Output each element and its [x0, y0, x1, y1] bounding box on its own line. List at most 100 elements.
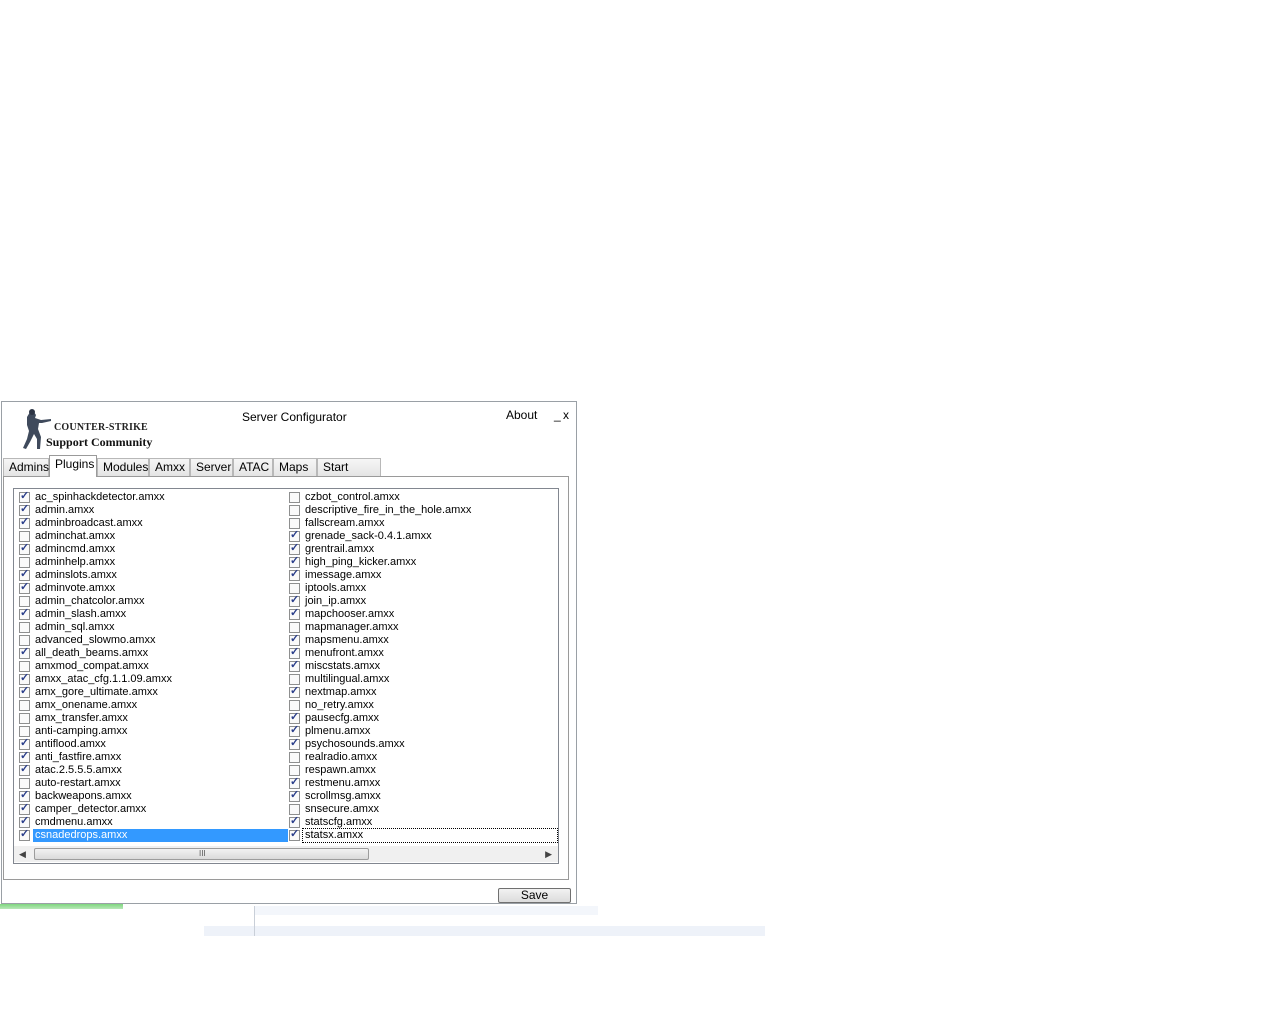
- plugin-checkbox[interactable]: ✓: [19, 789, 30, 802]
- plugin-list-item[interactable]: ✓ amxmod_compat.amxx: [18, 660, 286, 673]
- plugin-list-item[interactable]: ✓ adminvote.amxx: [18, 581, 286, 595]
- plugin-checkbox[interactable]: ✓: [289, 622, 300, 633]
- plugin-list-item[interactable]: ✓ realradio.amxx: [288, 751, 556, 764]
- tab-admins[interactable]: Admins: [3, 458, 49, 476]
- plugin-list-item[interactable]: ✓ admin_sql.amxx: [18, 621, 286, 634]
- plugin-checkbox[interactable]: ✓: [19, 763, 30, 776]
- plugin-list-item[interactable]: ✓ auto-restart.amxx: [18, 777, 286, 790]
- plugin-list-item[interactable]: ✓ all_death_beams.amxx: [18, 646, 286, 660]
- minimize-button[interactable]: _: [554, 408, 561, 422]
- plugin-list-item[interactable]: ✓ amxx_atac_cfg.1.1.09.amxx: [18, 672, 286, 686]
- plugin-list-item[interactable]: ✓ restmenu.amxx: [288, 776, 556, 790]
- close-button[interactable]: x: [563, 408, 569, 422]
- plugin-checkbox[interactable]: ✓: [289, 518, 300, 529]
- plugin-list-item[interactable]: ✓ mapchooser.amxx: [288, 607, 556, 621]
- plugin-list-item[interactable]: ✓ atac.2.5.5.5.amxx: [18, 763, 286, 777]
- plugin-checkbox[interactable]: ✓: [289, 724, 300, 737]
- plugin-list-item[interactable]: ✓ adminbroadcast.amxx: [18, 516, 286, 530]
- plugin-list-item[interactable]: ✓ join_ip.amxx: [288, 594, 556, 608]
- plugin-checkbox[interactable]: ✓: [19, 596, 30, 607]
- plugin-list-item[interactable]: ✓ admin_slash.amxx: [18, 607, 286, 621]
- plugin-list-item[interactable]: ✓ high_ping_kicker.amxx: [288, 555, 556, 569]
- plugin-list-item[interactable]: ✓ statscfg.amxx: [288, 815, 556, 829]
- plugin-list-item[interactable]: ✓ imessage.amxx: [288, 568, 556, 582]
- plugin-list-item[interactable]: ✓ czbot_control.amxx: [288, 491, 556, 504]
- plugin-checkbox[interactable]: ✓: [19, 581, 30, 594]
- plugin-list-item[interactable]: ✓ adminchat.amxx: [18, 530, 286, 543]
- plugin-list-item[interactable]: ✓ no_retry.amxx: [288, 699, 556, 712]
- plugin-checkbox[interactable]: ✓: [19, 568, 30, 581]
- plugin-checkbox[interactable]: ✓: [19, 542, 30, 555]
- plugin-checkbox[interactable]: ✓: [289, 542, 300, 555]
- plugin-checkbox[interactable]: ✓: [19, 685, 30, 698]
- plugin-checkbox[interactable]: ✓: [289, 492, 300, 503]
- plugin-list-item[interactable]: ✓ mapsmenu.amxx: [288, 633, 556, 647]
- about-link[interactable]: About: [506, 408, 537, 422]
- plugin-checkbox[interactable]: ✓: [19, 726, 30, 737]
- save-button[interactable]: Save: [498, 888, 571, 903]
- plugin-list-item[interactable]: ✓ amx_onename.amxx: [18, 699, 286, 712]
- plugin-list-item[interactable]: ✓ nextmap.amxx: [288, 685, 556, 699]
- plugin-checkbox[interactable]: ✓: [19, 531, 30, 542]
- tab-modules[interactable]: Modules: [97, 458, 149, 476]
- plugin-list-item[interactable]: ✓ admin.amxx: [18, 503, 286, 517]
- plugin-list-item[interactable]: ✓ anti_fastfire.amxx: [18, 750, 286, 764]
- plugin-checkbox[interactable]: ✓: [19, 661, 30, 672]
- plugin-list-item[interactable]: ✓ antiflood.amxx: [18, 737, 286, 751]
- horizontal-scrollbar[interactable]: ◀ III ▶: [14, 846, 558, 862]
- plugin-checkbox[interactable]: ✓: [289, 529, 300, 542]
- plugin-checkbox[interactable]: ✓: [289, 583, 300, 594]
- plugins-checklist[interactable]: ✓ ac_spinhackdetector.amxx ✓ admin.amxx ✓ adm…: [13, 488, 559, 864]
- plugin-list-item[interactable]: ✓ statsx.amxx: [288, 828, 558, 843]
- plugin-checkbox[interactable]: ✓: [289, 815, 300, 828]
- plugin-checkbox[interactable]: ✓: [19, 802, 30, 815]
- plugin-checkbox[interactable]: ✓: [289, 659, 300, 672]
- plugin-list-item[interactable]: ✓ scrollmsg.amxx: [288, 789, 556, 803]
- plugin-list-item[interactable]: ✓ psychosounds.amxx: [288, 737, 556, 751]
- plugin-list-item[interactable]: ✓ snsecure.amxx: [288, 803, 556, 816]
- plugin-checkbox[interactable]: ✓: [289, 737, 300, 750]
- plugin-list-item[interactable]: ✓ multilingual.amxx: [288, 673, 556, 686]
- plugin-list-item[interactable]: ✓ miscstats.amxx: [288, 659, 556, 673]
- plugin-checkbox[interactable]: ✓: [289, 685, 300, 698]
- tab-amxx[interactable]: Amxx: [149, 458, 190, 476]
- plugin-list-item[interactable]: ✓ grenade_sack-0.4.1.amxx: [288, 529, 556, 543]
- plugin-checkbox[interactable]: ✓: [289, 765, 300, 776]
- plugin-checkbox[interactable]: ✓: [19, 503, 30, 516]
- plugin-checkbox[interactable]: ✓: [19, 622, 30, 633]
- scroll-right-arrow-icon[interactable]: ▶: [545, 849, 552, 860]
- plugin-list-item[interactable]: ✓ respawn.amxx: [288, 764, 556, 777]
- scrollbar-thumb[interactable]: III: [34, 848, 369, 860]
- plugin-list-item[interactable]: ✓ backweapons.amxx: [18, 789, 286, 803]
- plugin-list-item[interactable]: ✓ cmdmenu.amxx: [18, 815, 286, 829]
- tab-start-server[interactable]: Start server: [317, 458, 381, 491]
- tab-atac[interactable]: ATAC: [233, 458, 273, 476]
- plugin-checkbox[interactable]: ✓: [289, 555, 300, 568]
- plugin-checkbox[interactable]: ✓: [19, 672, 30, 685]
- scroll-left-arrow-icon[interactable]: ◀: [19, 849, 26, 860]
- plugin-checkbox[interactable]: ✓: [19, 646, 30, 659]
- tab-maps[interactable]: Maps: [273, 458, 317, 476]
- plugin-list-item[interactable]: ✓ fallscream.amxx: [288, 517, 556, 530]
- plugin-list-item[interactable]: ✓ admincmd.amxx: [18, 542, 286, 556]
- plugin-checkbox[interactable]: ✓: [289, 804, 300, 815]
- plugin-list-item[interactable]: ✓ descriptive_fire_in_the_hole.amxx: [288, 504, 556, 517]
- plugin-checkbox[interactable]: ✓: [19, 607, 30, 620]
- plugin-list-item[interactable]: ✓ amx_gore_ultimate.amxx: [18, 685, 286, 699]
- plugin-list-item[interactable]: ✓ amx_transfer.amxx: [18, 712, 286, 725]
- plugin-checkbox[interactable]: ✓: [19, 557, 30, 568]
- plugin-list-item[interactable]: ✓ pausecfg.amxx: [288, 711, 556, 725]
- plugin-list-item[interactable]: ✓ anti-camping.amxx: [18, 725, 286, 738]
- plugin-checkbox[interactable]: ✓: [19, 750, 30, 763]
- plugin-checkbox[interactable]: ✓: [289, 633, 300, 646]
- plugin-checkbox[interactable]: ✓: [289, 776, 300, 789]
- plugin-list-item[interactable]: ✓ csnadedrops.amxx: [18, 828, 288, 842]
- plugin-list-item[interactable]: ✓ camper_detector.amxx: [18, 802, 286, 816]
- tab-plugins[interactable]: Plugins: [49, 455, 97, 477]
- tab-server[interactable]: Server: [190, 458, 233, 476]
- plugin-checkbox[interactable]: ✓: [289, 752, 300, 763]
- plugin-checkbox[interactable]: ✓: [289, 789, 300, 802]
- plugin-checkbox[interactable]: ✓: [19, 778, 30, 789]
- plugin-checkbox[interactable]: ✓: [19, 700, 30, 711]
- plugin-checkbox[interactable]: ✓: [289, 505, 300, 516]
